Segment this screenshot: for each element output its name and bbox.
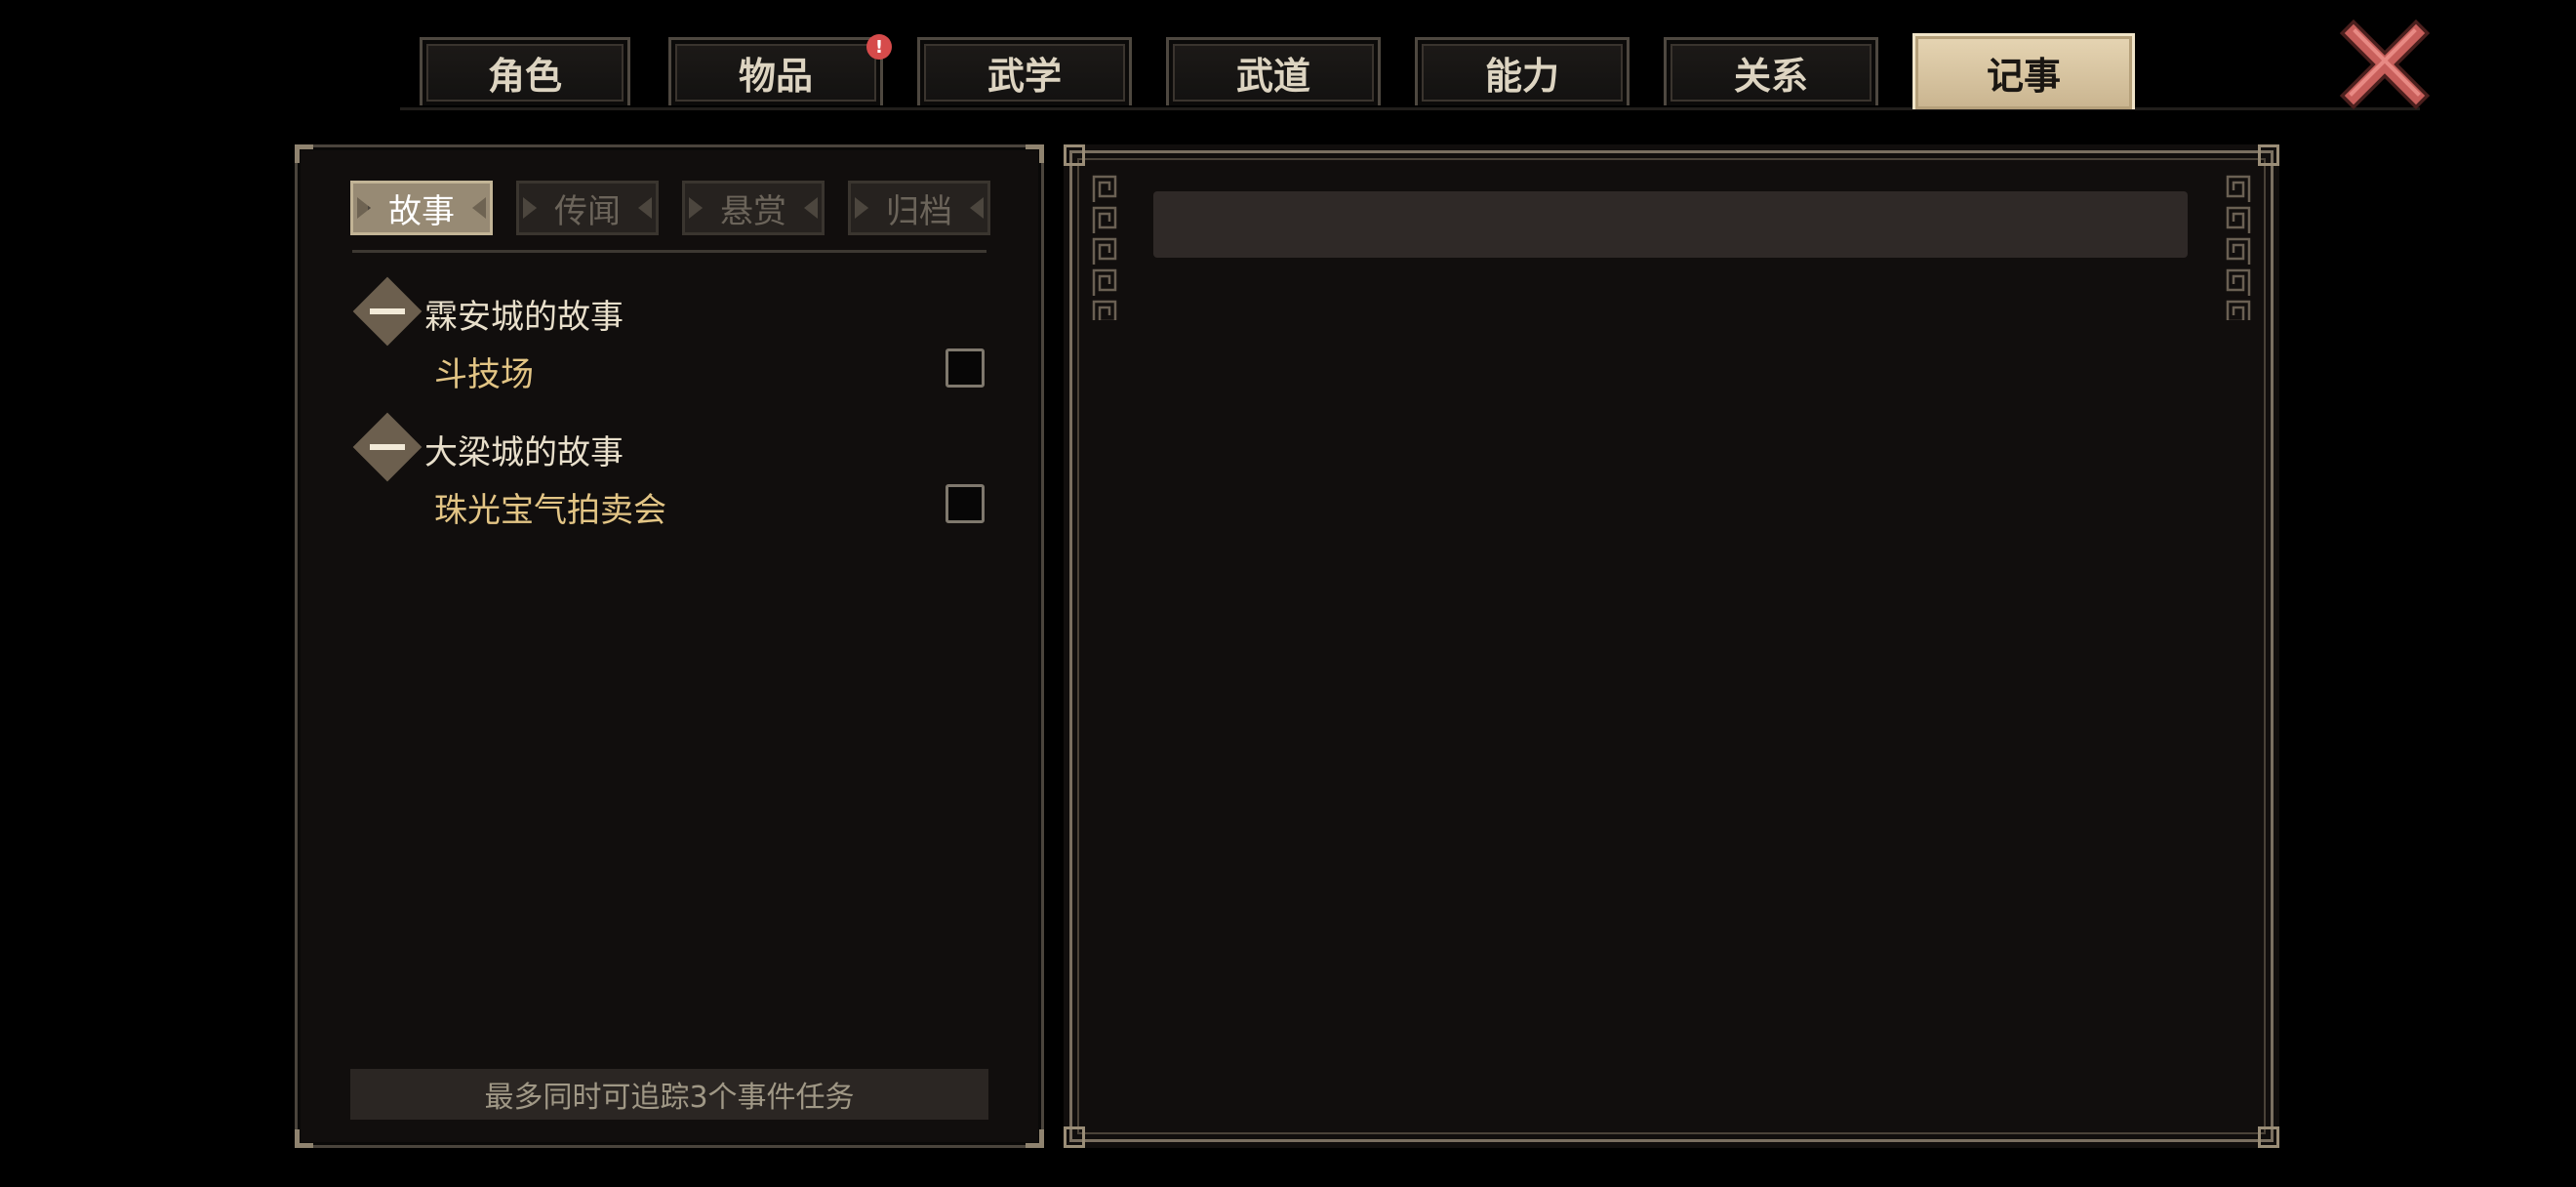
panel-corner: [2258, 1126, 2279, 1148]
tab-martial-arts[interactable]: 武学: [917, 37, 1132, 105]
tab-label: 能力: [1484, 55, 1559, 98]
subtab-bounties[interactable]: 悬赏: [682, 181, 825, 235]
quest-item[interactable]: 珠光宝气拍卖会: [434, 483, 666, 531]
group-title: 霖安城的故事: [424, 298, 624, 337]
subtab-label: 传闻: [554, 191, 621, 231]
panel-corner: [1026, 1129, 1044, 1148]
journal-list-panel: 故事 传闻 悬赏 归档 霖安城的故事 斗技场 大梁城的故事 珠光宝气拍卖会 最多…: [295, 144, 1044, 1148]
subtab-stories[interactable]: 故事: [350, 181, 493, 235]
tracking-limit-note: 最多同时可追踪3个事件任务: [350, 1069, 988, 1120]
subtab-rumors[interactable]: 传闻: [516, 181, 659, 235]
tab-label: 武学: [986, 55, 1062, 98]
quest-item[interactable]: 斗技场: [434, 348, 534, 395]
panel-corner: [295, 1129, 313, 1148]
close-x-icon[interactable]: [2340, 20, 2430, 109]
group-title: 大梁城的故事: [424, 433, 624, 472]
track-checkbox[interactable]: [946, 484, 985, 523]
detail-title-bar: [1153, 191, 2188, 258]
subtab-label: 归档: [886, 191, 952, 231]
tab-journal[interactable]: 记事: [1912, 33, 2135, 109]
subtab-archive[interactable]: 归档: [848, 181, 990, 235]
tab-label: 记事: [1986, 55, 2061, 98]
panel-corner: [1064, 1126, 1085, 1148]
track-checkbox[interactable]: [946, 348, 985, 388]
tab-martial-path[interactable]: 武道: [1166, 37, 1381, 105]
tab-label: 武道: [1235, 55, 1310, 98]
subtab-label: 悬赏: [720, 191, 786, 231]
journal-detail-panel: [1064, 144, 2279, 1148]
panel-corner: [1064, 144, 1085, 166]
tab-label: 角色: [487, 55, 562, 98]
panel-corner: [295, 144, 313, 163]
panel-corner: [1026, 144, 1044, 163]
panel-frame-inner: [1077, 158, 2266, 1134]
tab-character[interactable]: 角色: [420, 37, 630, 105]
panel-corner: [2258, 144, 2279, 166]
tab-items[interactable]: 物品!: [668, 34, 892, 105]
collapse-minus-icon[interactable]: [352, 276, 423, 347]
tab-abilities[interactable]: 能力: [1415, 37, 1630, 105]
tab-relations[interactable]: 关系: [1664, 37, 1878, 105]
alert-badge-icon: !: [866, 34, 892, 60]
fret-border: [2225, 174, 2252, 320]
tab-label: 关系: [1733, 55, 1808, 98]
fret-border: [1091, 174, 1118, 320]
divider: [352, 250, 986, 253]
subtab-label: 故事: [388, 191, 455, 231]
collapse-minus-icon[interactable]: [352, 412, 423, 482]
tab-label: 物品: [738, 55, 813, 98]
